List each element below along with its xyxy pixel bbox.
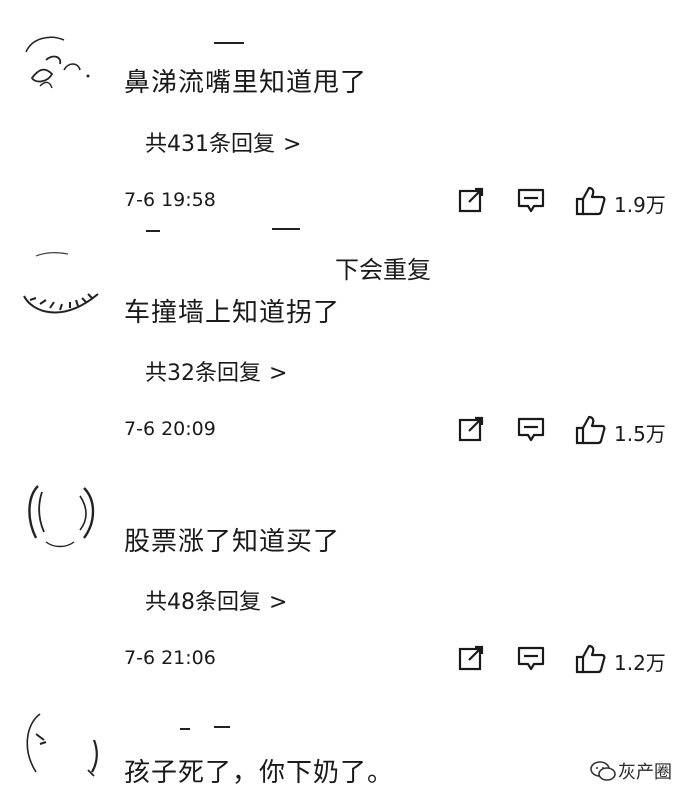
chevron-right-icon: > [269,590,288,615]
timestamp: 7-6 21:06 [124,647,216,669]
share-edit-icon[interactable] [456,643,486,673]
share-edit-icon[interactable] [456,414,486,444]
wechat-logo-icon [590,760,616,786]
avatar-image [23,252,99,314]
timestamp: 7-6 20:09 [124,418,216,440]
watermark-text: 灰产圈 [618,762,672,783]
timestamp: 7-6 19:58 [124,189,216,211]
replies-count-label: 共32条回复 [145,361,261,386]
avatar-image [25,36,90,89]
avatar-image [26,713,98,777]
comment-bubble-icon[interactable] [516,414,546,444]
like-count: 1.2万 [614,651,666,675]
view-replies-link[interactable]: 共431条回复 > [145,126,301,158]
like-count: 1.5万 [614,422,666,446]
comment-text: 孩子死了，你下奶了。 [124,758,395,788]
replies-count-label: 共431条回复 [145,132,275,157]
comment-bubble-icon[interactable] [516,643,546,673]
comment-bubble-icon[interactable] [516,185,546,215]
avatar[interactable] [22,710,102,777]
username-scribble [214,42,244,44]
avatar[interactable] [22,252,102,314]
scribble-mark [146,230,160,232]
thumbs-up-icon [574,414,608,450]
comment-meta-row: 7-6 19:58 1.9万 [0,185,690,217]
comment-text: 股票涨了知道买了 [124,527,341,557]
like-count: 1.9万 [614,193,666,217]
comment-text: 鼻涕流嘴里知道甩了 [124,68,368,98]
chevron-right-icon: > [283,132,302,157]
thumbs-up-icon [574,643,608,679]
comment-text: 车撞墙上知道拐了 [124,298,341,328]
view-replies-link[interactable]: 共48条回复 > [145,584,287,616]
avatar[interactable] [22,482,102,548]
scribble-mark [272,228,300,230]
avatar-image [28,485,95,548]
comment-meta-row: 7-6 20:09 1.5万 [0,414,690,446]
thumbs-up-icon [574,185,608,221]
chevron-right-icon: > [269,361,288,386]
username-scribble [214,726,230,728]
share-edit-icon[interactable] [456,185,486,215]
replies-count-label: 共48条回复 [145,590,261,615]
avatar[interactable] [22,30,102,90]
comment-meta-row: 7-6 21:06 1.2万 [0,643,690,675]
view-replies-link[interactable]: 共32条回复 > [145,355,287,387]
truncated-overlay-text: 下会重复 [335,256,431,284]
username-scribble [180,728,190,730]
